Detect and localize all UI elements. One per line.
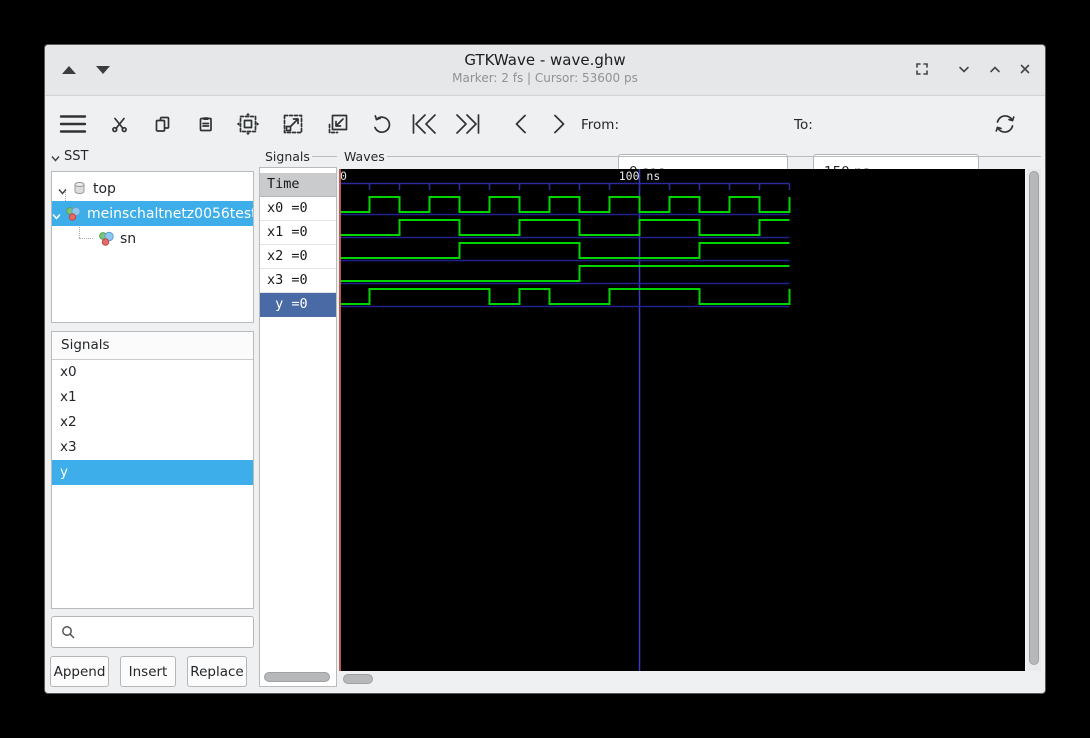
sst-tree-panel: top meinschaltnetz0056testb sn: [51, 171, 254, 323]
signal-search-box[interactable]: [51, 616, 254, 648]
reload-icon[interactable]: [989, 108, 1021, 140]
trace-panel-hscrollbar[interactable]: [264, 672, 330, 682]
minimize-icon[interactable]: [953, 58, 975, 80]
toolbar: From: To:: [45, 95, 1045, 190]
trace-name-panel: Time x0 =0 x1 =0 x2 =0 x3 =0 y =0: [259, 167, 337, 687]
trace-row-x0[interactable]: x0 =0: [260, 197, 336, 221]
from-label: From:: [581, 117, 619, 133]
undo-icon[interactable]: [366, 108, 398, 140]
copy-icon[interactable]: [146, 108, 178, 140]
facilities-header: Signals: [52, 332, 253, 360]
window-title: GTKWave - wave.ghw: [464, 51, 626, 69]
trace-row-x1[interactable]: x1 =0: [260, 221, 336, 245]
time-header: Time: [260, 173, 336, 197]
tree-item-label: meinschaltnetz0056testb: [87, 205, 254, 222]
append-button[interactable]: Append: [50, 656, 109, 687]
chevron-down-icon[interactable]: [58, 184, 67, 195]
tree-item-label: top: [93, 180, 116, 197]
close-icon[interactable]: [1014, 58, 1036, 80]
zoom-in-icon[interactable]: [277, 108, 309, 140]
trace-row-x2[interactable]: x2 =0: [260, 245, 336, 269]
facility-item-x1[interactable]: x1: [52, 385, 253, 410]
titlebar[interactable]: GTKWave - wave.ghw Marker: 2 fs | Cursor…: [45, 45, 1045, 96]
zoom-fit-icon[interactable]: [232, 108, 264, 140]
insert-button[interactable]: Insert: [120, 656, 176, 687]
facility-item-x3[interactable]: x3: [52, 435, 253, 460]
module-spheres-icon: [98, 230, 115, 247]
fast-backward-icon[interactable]: [408, 108, 440, 140]
svg-text:100 ns: 100 ns: [619, 169, 661, 183]
tree-item-label: sn: [120, 230, 137, 247]
step-back-icon[interactable]: [505, 108, 537, 140]
sst-label: SST: [64, 149, 89, 164]
maximize-icon[interactable]: [984, 58, 1006, 80]
facilities-panel: Signals x0 x1 x2 x3 y: [51, 331, 254, 609]
frame-line: [383, 156, 1041, 157]
wave-vscrollbar-thumb[interactable]: [1029, 171, 1039, 665]
step-forward-icon[interactable]: [543, 108, 575, 140]
paste-icon[interactable]: [189, 108, 221, 140]
wave-vscrollbar-track[interactable]: [1027, 169, 1041, 671]
zoom-out-icon[interactable]: [322, 108, 354, 140]
menu-icon[interactable]: [57, 108, 89, 140]
svg-text:0: 0: [340, 169, 347, 183]
facility-item-x2[interactable]: x2: [52, 410, 253, 435]
trace-row-y[interactable]: y =0: [260, 293, 336, 317]
facility-item-y[interactable]: y: [52, 460, 253, 485]
wave-canvas[interactable]: 0 100 ns: [338, 169, 1025, 671]
sst-section-header[interactable]: SST: [51, 149, 88, 164]
waves-frame-label: Waves: [342, 149, 387, 164]
traces-frame-label: Signals: [263, 149, 312, 164]
archive-icon: [71, 180, 88, 197]
fit-window-icon[interactable]: [911, 58, 933, 80]
tree-item-top[interactable]: top: [52, 176, 253, 201]
fast-forward-icon[interactable]: [452, 108, 484, 140]
tree-item-meinschaltnetz[interactable]: meinschaltnetz0056testb: [52, 201, 253, 226]
chevron-down-icon: [51, 152, 60, 162]
replace-button[interactable]: Replace: [187, 656, 247, 687]
cut-icon[interactable]: [103, 108, 135, 140]
marker-cursor-status: Marker: 2 fs | Cursor: 53600 ps: [452, 71, 638, 85]
module-spheres-icon: [65, 205, 82, 222]
search-icon: [62, 626, 75, 639]
gtkwave-window: GTKWave - wave.ghw Marker: 2 fs | Cursor…: [44, 44, 1046, 694]
tree-item-sn[interactable]: sn: [52, 226, 253, 251]
chevron-down-icon[interactable]: [52, 209, 61, 220]
wave-hscrollbar-thumb[interactable]: [343, 674, 373, 684]
facility-item-x0[interactable]: x0: [52, 360, 253, 385]
to-label: To:: [794, 117, 813, 133]
trace-row-x3[interactable]: x3 =0: [260, 269, 336, 293]
